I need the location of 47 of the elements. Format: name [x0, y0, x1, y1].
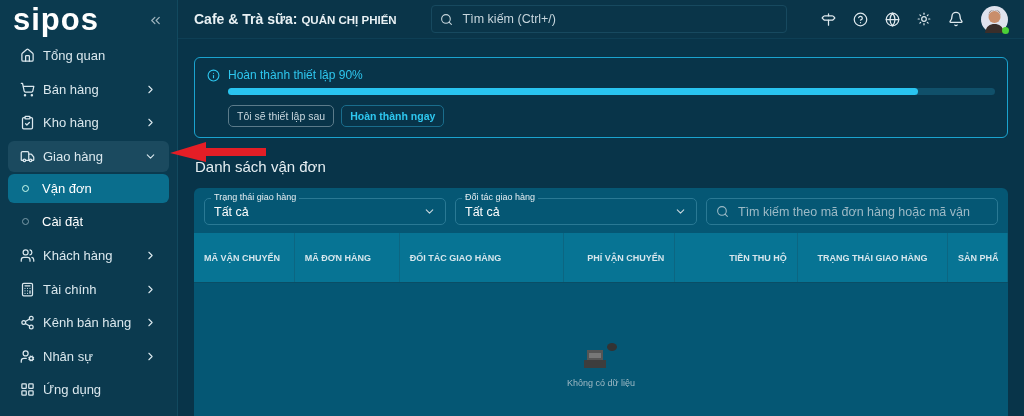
sidebar-item[interactable]: Tài chính — [8, 273, 169, 305]
sidebar-subitem[interactable]: Cài đặt — [8, 207, 169, 236]
column-header: MÃ VẬN CHUYỂN — [194, 233, 295, 282]
info-icon — [207, 68, 220, 82]
clipboard-icon — [20, 115, 35, 130]
sidebar-item[interactable]: Kênh bán hàng — [8, 307, 169, 338]
help-icon[interactable] — [853, 11, 868, 27]
globe-icon[interactable] — [885, 11, 900, 27]
later-button[interactable]: Tôi sẽ thiết lập sau — [228, 105, 335, 127]
bell-icon[interactable] — [948, 11, 964, 27]
column-header: TIỀN THU HỘ — [675, 233, 798, 282]
cart-icon — [20, 81, 35, 97]
network-icon — [20, 315, 35, 330]
user-gear-icon — [20, 348, 35, 364]
column-header: ĐỐI TÁC GIAO HÀNG — [399, 233, 564, 282]
logo: sipos — [13, 2, 99, 38]
sidebar-item[interactable]: Kho hàng — [8, 107, 169, 138]
apps-icon — [20, 382, 35, 397]
sidebar-item[interactable]: Giao hàng — [8, 140, 169, 172]
column-header: TRẠNG THÁI GIAO HÀNG — [797, 233, 948, 282]
search-icon — [439, 12, 453, 26]
sidebar-item[interactable]: Tổng quan — [8, 40, 169, 71]
sidebar-item[interactable]: Bán hàng — [8, 73, 169, 105]
setup-title: Hoàn thành thiết lập 90% — [228, 68, 363, 82]
signpost-icon[interactable] — [821, 11, 836, 27]
column-header: SẢN PHẨ — [948, 233, 1008, 282]
sidebar-item[interactable]: Nhân sự — [8, 340, 169, 372]
users-icon — [20, 248, 35, 263]
finish-button[interactable]: Hoàn thành ngay — [341, 105, 445, 127]
sidebar-item[interactable]: Khách hàng — [8, 240, 169, 271]
sun-icon[interactable] — [917, 12, 931, 26]
search-field[interactable]: Tìm kiếm (Ctrl+/) — [430, 5, 787, 33]
home-icon — [20, 48, 35, 63]
order-search-field[interactable]: Tìm kiếm theo mã đơn hàng hoặc mã vận — [706, 198, 998, 225]
empty-message: Không có dữ liệu — [566, 377, 636, 388]
floating-label: Đối tác giao hàng — [462, 192, 539, 203]
store-title: Cafe & Trà sữa: QUÁN CHỊ PHIẾN — [194, 11, 397, 27]
column-header: MÃ ĐƠN HÀNG — [294, 233, 400, 282]
sidebar-item[interactable]: Ứng dụng — [8, 374, 169, 405]
search-icon — [716, 205, 729, 218]
avatar[interactable] — [981, 5, 1008, 33]
sidebar-subitem[interactable]: Vận đơn — [8, 174, 169, 203]
truck-icon — [20, 148, 35, 164]
column-header: PHÍ VẬN CHUYỂN — [563, 233, 676, 282]
calculator-icon — [20, 281, 35, 297]
page-heading: Danh sách vận đơn — [195, 158, 327, 175]
floating-label: Trạng thái giao hàng — [211, 192, 300, 203]
